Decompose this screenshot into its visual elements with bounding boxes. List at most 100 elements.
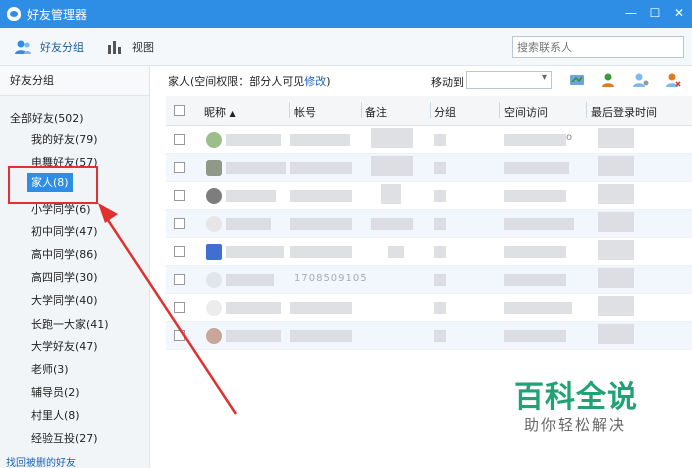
view-tab[interactable]: 视图 bbox=[106, 39, 154, 55]
blurred-remark bbox=[371, 128, 413, 148]
action-icons bbox=[569, 72, 681, 88]
friend-settings-icon[interactable] bbox=[633, 72, 649, 88]
message-icon[interactable] bbox=[569, 72, 585, 88]
row-checkbox[interactable] bbox=[174, 330, 185, 341]
table-row[interactable] bbox=[166, 238, 692, 266]
blurred-nickname bbox=[226, 274, 274, 286]
add-friend-icon[interactable] bbox=[601, 72, 617, 88]
table-row[interactable] bbox=[166, 154, 692, 182]
bar-chart-icon bbox=[108, 40, 121, 54]
blurred-login bbox=[598, 296, 634, 316]
row-checkbox[interactable] bbox=[174, 134, 185, 145]
avatar bbox=[206, 132, 222, 148]
blurred-nickname bbox=[226, 330, 281, 342]
avatar bbox=[206, 272, 222, 288]
avatar bbox=[206, 244, 222, 260]
sidebar-item-counselor[interactable]: 辅导员(2) bbox=[31, 384, 80, 400]
space-visit-fragment: o bbox=[566, 132, 573, 143]
sidebar-item-my-friends[interactable]: 我的好友(79) bbox=[31, 131, 98, 147]
blurred-login bbox=[598, 212, 634, 232]
blurred-space bbox=[504, 190, 566, 202]
move-to-select[interactable] bbox=[466, 71, 552, 89]
friends-table: 昵称 ▲ 帐号 备注 分组 空间访问 最后登录时间 o 1708509105 bbox=[166, 96, 692, 350]
sidebar-item-college-friends[interactable]: 大学好友(47) bbox=[31, 338, 98, 354]
avatar bbox=[206, 160, 222, 176]
sidebar-item-teacher[interactable]: 老师(3) bbox=[31, 361, 69, 377]
sidebar-item-senior-high[interactable]: 高中同学(86) bbox=[31, 246, 98, 262]
sort-asc-icon: ▲ bbox=[229, 109, 236, 118]
table-body: o 1708509105 bbox=[166, 126, 692, 350]
blurred-login bbox=[598, 156, 634, 176]
minimize-icon[interactable]: — bbox=[624, 6, 638, 20]
table-row[interactable] bbox=[166, 182, 692, 210]
close-icon[interactable]: ✕ bbox=[672, 6, 686, 20]
sidebar-item-junior-high[interactable]: 初中同学(47) bbox=[31, 223, 98, 239]
blurred-nickname bbox=[226, 190, 276, 202]
blurred-group bbox=[434, 330, 446, 342]
sidebar-item-exchange[interactable]: 经验互投(27) bbox=[31, 430, 98, 446]
view-tab-label: 视图 bbox=[132, 40, 154, 54]
maximize-icon[interactable]: ☐ bbox=[648, 6, 662, 20]
blurred-group bbox=[434, 134, 446, 146]
window-title: 好友管理器 bbox=[27, 7, 88, 22]
sidebar-item-senior-four[interactable]: 高四同学(30) bbox=[31, 269, 98, 285]
col-last-login[interactable]: 最后登录时间 bbox=[591, 104, 657, 120]
blurred-account bbox=[290, 162, 352, 174]
blurred-remark bbox=[371, 156, 413, 176]
row-checkbox[interactable] bbox=[174, 246, 185, 257]
col-nickname[interactable]: 昵称 ▲ bbox=[204, 104, 236, 120]
blurred-nickname bbox=[226, 162, 286, 174]
table-row[interactable] bbox=[166, 210, 692, 238]
row-checkbox[interactable] bbox=[174, 162, 185, 173]
blurred-account bbox=[290, 218, 352, 230]
table-row[interactable] bbox=[166, 322, 692, 350]
col-space-visit[interactable]: 空间访问 bbox=[504, 104, 548, 120]
col-divider bbox=[499, 102, 500, 118]
col-remark[interactable]: 备注 bbox=[365, 104, 387, 120]
blurred-group bbox=[434, 190, 446, 202]
watermark-title: 百科全说 bbox=[514, 380, 638, 415]
table-row[interactable] bbox=[166, 294, 692, 322]
blurred-login bbox=[598, 184, 634, 204]
avatar bbox=[206, 188, 222, 204]
blurred-nickname bbox=[226, 246, 284, 258]
select-all-checkbox[interactable] bbox=[174, 105, 185, 116]
blurred-login bbox=[598, 240, 634, 260]
delete-friend-icon[interactable] bbox=[665, 72, 681, 88]
move-to-label: 移动到 bbox=[431, 76, 464, 89]
col-divider bbox=[586, 102, 587, 118]
sidebar-item-all-friends[interactable]: 全部好友(502) bbox=[10, 110, 84, 126]
blurred-space bbox=[504, 162, 569, 174]
sidebar-item-villagers[interactable]: 村里人(8) bbox=[31, 407, 80, 423]
title-bar: 好友管理器 — ☐ ✕ bbox=[0, 0, 692, 28]
blurred-account bbox=[290, 190, 352, 202]
blurred-remark bbox=[381, 184, 401, 204]
col-divider bbox=[361, 102, 362, 118]
col-group[interactable]: 分组 bbox=[434, 104, 456, 120]
blurred-nickname bbox=[226, 134, 281, 146]
table-row[interactable]: 1708509105 bbox=[166, 266, 692, 294]
sidebar-item-university[interactable]: 大学同学(40) bbox=[31, 292, 98, 308]
search-input[interactable] bbox=[512, 36, 684, 58]
row-checkbox[interactable] bbox=[174, 190, 185, 201]
row-checkbox[interactable] bbox=[174, 302, 185, 313]
avatar bbox=[206, 328, 222, 344]
recover-deleted-friends-link[interactable]: 找回被删的好友 bbox=[6, 454, 76, 468]
modify-permission-link[interactable]: 修改 bbox=[304, 75, 326, 88]
blurred-login bbox=[598, 128, 634, 148]
blurred-space bbox=[504, 330, 566, 342]
table-row[interactable]: o bbox=[166, 126, 692, 154]
blurred-remark bbox=[388, 246, 404, 258]
group-tab[interactable]: 好友分组 bbox=[14, 39, 84, 55]
row-checkbox[interactable] bbox=[174, 218, 185, 229]
qq-logo-icon bbox=[7, 7, 21, 21]
window-controls: — ☐ ✕ bbox=[624, 6, 686, 20]
blurred-login bbox=[598, 268, 634, 288]
row-checkbox[interactable] bbox=[174, 274, 185, 285]
blurred-login bbox=[598, 324, 634, 344]
blurred-group bbox=[434, 218, 446, 230]
sidebar-item-long-run[interactable]: 长跑一大家(41) bbox=[31, 316, 109, 332]
col-account[interactable]: 帐号 bbox=[294, 104, 316, 120]
blurred-account bbox=[290, 302, 352, 314]
blurred-space bbox=[504, 134, 566, 146]
